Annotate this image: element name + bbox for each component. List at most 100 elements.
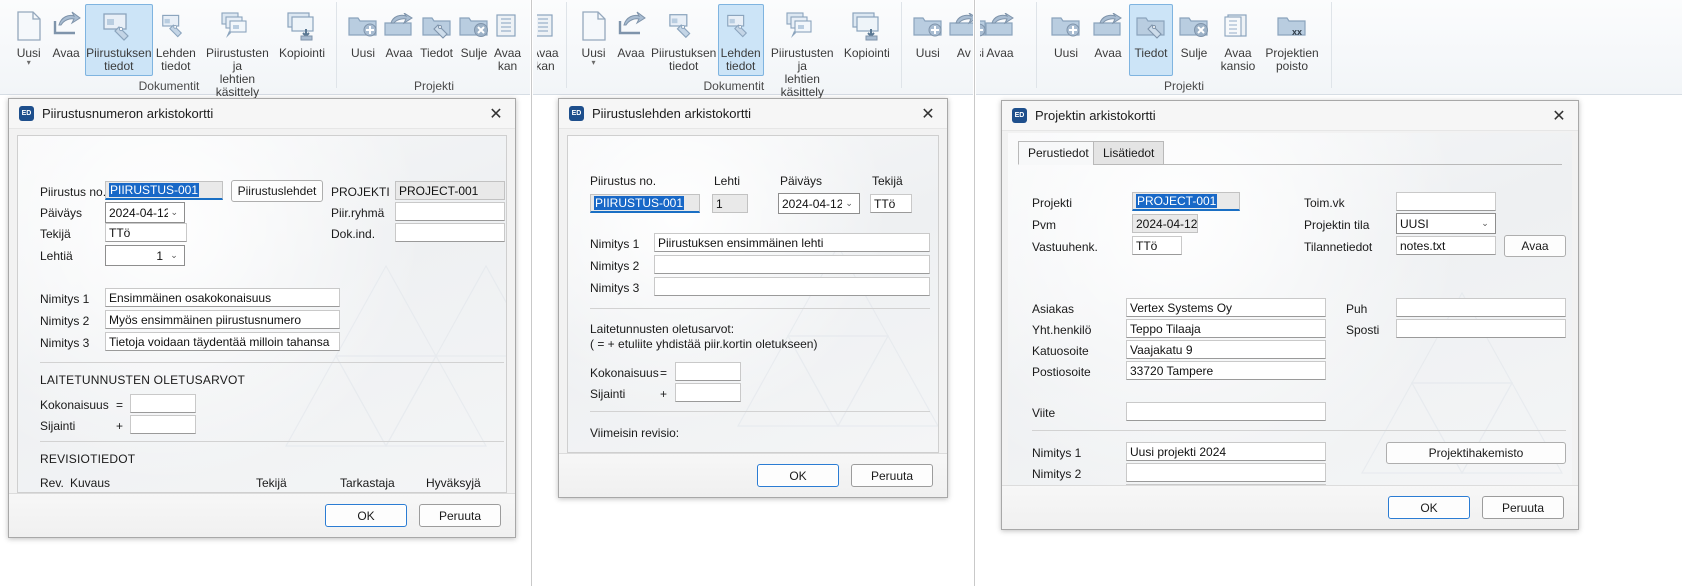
input-puh[interactable]	[1396, 298, 1566, 317]
chevron-down-icon[interactable]: ⌄	[168, 207, 181, 218]
combo-paivays[interactable]: 2024-04-12 ⌄	[105, 202, 185, 223]
ribbon-button-label: Projektien poisto	[1265, 46, 1319, 73]
dialog-titlebar: ED Piirustusnumeron arkistokortti ✕	[9, 99, 515, 129]
ribbon-button-avaa-projekti[interactable]: Avaa	[381, 4, 417, 76]
svg-text:xx: xx	[1292, 27, 1302, 37]
close-project-icon	[459, 8, 489, 44]
input-yhthenkilo[interactable]: Teppo Tilaaja	[1126, 319, 1326, 338]
input-pvm[interactable]: 2024-04-12	[1132, 214, 1198, 233]
button-avaa-tilannetiedot[interactable]: Avaa	[1504, 235, 1566, 257]
input-value: 2024-04-12	[1136, 216, 1198, 231]
cancel-button[interactable]: Peruuta	[1482, 496, 1564, 519]
ribbon-button-avaa-projekti-partial[interactable]: Av	[946, 4, 973, 76]
chevron-down-icon[interactable]: ⌄	[167, 250, 181, 261]
input-nimitys1[interactable]: Piirustuksen ensimmäinen lehti	[654, 233, 930, 252]
drawing-info-icon	[668, 8, 700, 44]
combo-projektin-tila[interactable]: UUSI ⌄	[1396, 213, 1496, 234]
close-icon[interactable]: ✕	[913, 101, 943, 127]
input-kokonaisuus[interactable]	[130, 394, 196, 413]
input-sijainti[interactable]	[675, 383, 741, 402]
input-nimitys1[interactable]: Ensimmäinen osakokonaisuus	[105, 288, 340, 307]
ribbon-button-sulje[interactable]: Sulje	[1173, 4, 1215, 76]
ribbon-button-avaa-partial[interactable]: Avaa	[982, 4, 1018, 76]
input-katuosoite[interactable]: Vaajakatu 9	[1126, 340, 1326, 359]
ribbon-button-avaa-kansio[interactable]: Avaa kansio	[1215, 4, 1261, 76]
button-piirustuslehdet[interactable]: Piirustuslehdet	[231, 180, 323, 202]
combo-value: UUSI	[1400, 216, 1429, 231]
input-tekija[interactable]: TTö	[870, 194, 912, 213]
ribbon-button-sulje[interactable]: Sulje	[456, 4, 492, 76]
chevron-down-icon[interactable]: ⌄	[1478, 218, 1492, 229]
input-postiosoite[interactable]: 33720 Tampere	[1126, 361, 1326, 380]
ribbon-button-avaa[interactable]: Avaa	[47, 4, 84, 76]
ribbon-button-avaa[interactable]: Avaa	[1087, 4, 1129, 76]
input-projekti[interactable]: PROJECT-001	[1132, 192, 1240, 211]
ribbon-button-projektien-poisto[interactable]: xx Projektien poisto	[1261, 4, 1323, 76]
app-logo-icon: ED	[19, 106, 34, 121]
ok-button[interactable]: OK	[757, 464, 839, 487]
input-nimitys1[interactable]: Uusi projekti 2024	[1126, 442, 1326, 461]
input-value: PIIRUSTUS-001	[594, 196, 685, 210]
ribbon-button-uusi[interactable]: Uusi	[1045, 4, 1087, 76]
ribbon-button-lehden-tiedot[interactable]: Lehden tiedot	[153, 4, 199, 76]
input-value: Ensimmäinen osakokonaisuus	[109, 290, 272, 305]
input-projekti[interactable]: PROJECT-001	[395, 181, 505, 200]
input-tekija[interactable]: TTö	[105, 223, 187, 242]
ribbon-button-uusi-projekti-partial[interactable]: Uusi	[910, 4, 946, 76]
ribbon-button-piirustuksen-tiedot[interactable]: Piirustuksen tiedot	[84, 4, 153, 76]
input-vastuuhenk[interactable]: TTö	[1132, 236, 1182, 255]
input-piirustus-no[interactable]: PIIRUSTUS-001	[105, 181, 223, 200]
tab-lisatiedot[interactable]: Lisätiedot	[1093, 141, 1165, 165]
ribbon-button-uusi[interactable]: Uusi ▾	[10, 4, 47, 76]
input-nimitys3[interactable]: Tietoja voidaan täydentää milloin tahans…	[105, 332, 340, 351]
input-piirryhma[interactable]	[395, 202, 505, 221]
ok-button[interactable]: OK	[325, 504, 407, 527]
combo-paivays[interactable]: 2024-04-12 ⌄	[778, 193, 860, 214]
ribbon-button-tiedot[interactable]: Tiedot	[417, 4, 456, 76]
ribbon-button-avaa-kansio-partial[interactable]: Avaa kan	[537, 4, 563, 76]
ribbon-button-lehden-tiedot[interactable]: Lehden tiedot	[717, 4, 764, 76]
input-tilannetiedot[interactable]: notes.txt	[1396, 236, 1496, 255]
input-nimitys2[interactable]	[1126, 463, 1326, 482]
input-sposti[interactable]	[1396, 319, 1566, 338]
input-dokind[interactable]	[395, 223, 505, 242]
dialog-titlebar: ED Piirustuslehden arkistokortti ✕	[559, 99, 947, 129]
combo-lehtia[interactable]: 1 ⌄	[105, 245, 185, 266]
cancel-button[interactable]: Peruuta	[419, 504, 501, 527]
divider	[1032, 430, 1566, 431]
ribbon-button-uusi-projekti[interactable]: Uusi	[345, 4, 381, 76]
input-value: 33720 Tampere	[1130, 363, 1214, 378]
ribbon-button-tiedot[interactable]: Tiedot	[1129, 4, 1173, 76]
input-nimitys3[interactable]	[654, 277, 930, 296]
chevron-down-icon[interactable]: ▾	[27, 59, 31, 67]
ribbon-button-avaa-kansio[interactable]: Avaa kan	[492, 4, 523, 76]
cancel-button[interactable]: Peruuta	[851, 464, 933, 487]
input-kokonaisuus[interactable]	[675, 362, 741, 381]
ribbon-button-piirustuksen-tiedot[interactable]: Piirustuksen tiedot	[650, 4, 718, 76]
ribbon-button-avaa[interactable]: Avaa	[612, 4, 649, 76]
input-sijainti[interactable]	[130, 415, 196, 434]
input-asiakas[interactable]: Vertex Systems Oy	[1126, 298, 1326, 317]
chevron-down-icon[interactable]: ⌄	[842, 198, 856, 209]
ribbon-button-kopiointi[interactable]: Kopiointi	[276, 4, 328, 76]
ribbon-button-uusi[interactable]: Uusi ▾	[575, 4, 612, 76]
ok-button[interactable]: OK	[1388, 496, 1470, 519]
input-nimitys2[interactable]	[654, 255, 930, 274]
ribbon-button-kopiointi[interactable]: Kopiointi	[841, 4, 893, 76]
panel-divider-1	[531, 0, 532, 586]
close-icon[interactable]: ✕	[481, 101, 511, 127]
close-icon[interactable]: ✕	[1544, 103, 1574, 129]
tab-perustiedot[interactable]: Perustiedot	[1018, 141, 1099, 165]
chevron-down-icon[interactable]: ▾	[592, 59, 596, 67]
ribbon-group-projekti: Uusi Avaa Tiedot	[1039, 0, 1329, 95]
input-nimitys2[interactable]: Myös ensimmäinen piirustusnumero	[105, 310, 340, 329]
input-viite[interactable]	[1126, 402, 1326, 421]
input-lehti[interactable]: 1	[712, 194, 748, 213]
input-toimvk[interactable]	[1396, 192, 1496, 211]
ribbon-documents: Avaa kan Uusi ▾	[533, 0, 973, 99]
project-info-icon	[1136, 8, 1166, 44]
ribbon-group-divider	[1331, 2, 1332, 88]
dialog-title: Piirustusnumeron arkistokortti	[42, 106, 214, 121]
button-projektihakemisto[interactable]: Projektihakemisto	[1386, 442, 1566, 464]
input-piirustus-no[interactable]: PIIRUSTUS-001	[590, 194, 700, 213]
